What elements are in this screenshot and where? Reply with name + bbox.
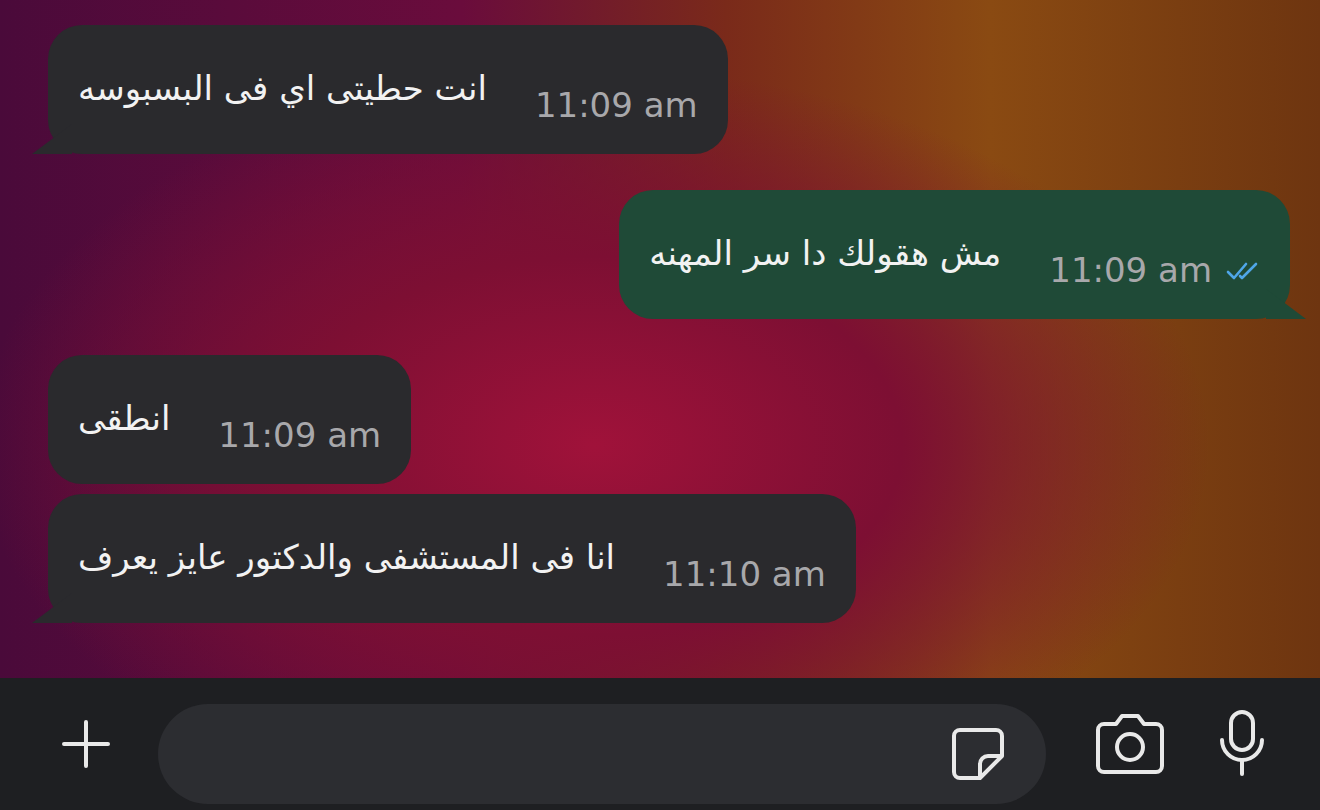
message-time: 11:09 am <box>535 85 698 126</box>
message-text: مش هقولك دا سر المهنه <box>649 228 1001 279</box>
message-row: انطقى 11:09 am <box>30 355 1290 484</box>
double-check-icon <box>1226 260 1260 282</box>
message-input[interactable] <box>158 704 1046 804</box>
camera-icon[interactable] <box>1090 712 1170 776</box>
message-text: انت حطيتى اي فى البسبوسه <box>78 63 487 114</box>
message-time: 11:10 am <box>663 554 826 595</box>
message-meta: 11:10 am <box>663 554 826 595</box>
message-row: انا فى المستشفى والدكتور عايز يعرف 11:10… <box>30 494 1290 623</box>
message-bubble[interactable]: انطقى 11:09 am <box>48 355 411 484</box>
sticker-icon[interactable] <box>946 722 1010 786</box>
plus-icon[interactable] <box>58 716 114 772</box>
message-time: 11:09 am <box>218 415 381 456</box>
message-list: انت حطيتى اي فى البسبوسه 11:09 am مش هقو… <box>0 0 1320 678</box>
message-meta: 11:09 am <box>218 415 381 456</box>
message-meta: 11:09 am <box>535 85 698 126</box>
chat-screen: انت حطيتى اي فى البسبوسه 11:09 am مش هقو… <box>0 0 1320 810</box>
message-time: 11:09 am <box>1049 250 1212 291</box>
microphone-icon[interactable] <box>1214 708 1270 780</box>
message-bubble[interactable]: انت حطيتى اي فى البسبوسه 11:09 am <box>48 25 728 154</box>
message-bubble[interactable]: انا فى المستشفى والدكتور عايز يعرف 11:10… <box>48 494 856 623</box>
input-bar <box>0 678 1320 810</box>
message-row: مش هقولك دا سر المهنه 11:09 am <box>30 190 1290 319</box>
message-bubble[interactable]: مش هقولك دا سر المهنه 11:09 am <box>619 190 1290 319</box>
message-text: انطقى <box>78 393 170 444</box>
message-row: انت حطيتى اي فى البسبوسه 11:09 am <box>30 25 1290 154</box>
message-text: انا فى المستشفى والدكتور عايز يعرف <box>78 532 615 583</box>
message-meta: 11:09 am <box>1049 250 1260 291</box>
